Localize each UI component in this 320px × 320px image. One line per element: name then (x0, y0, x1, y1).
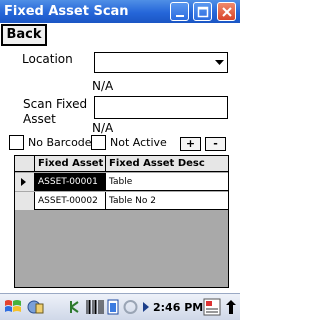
close-icon (222, 7, 232, 17)
no-barcode-checkbox-box[interactable] (9, 135, 24, 150)
close-button[interactable] (217, 2, 236, 21)
remove-button[interactable]: - (205, 137, 226, 151)
barcode-icon[interactable] (86, 299, 104, 315)
scan-asset-label-line1: Scan Fixed (23, 97, 88, 111)
column-header-fixed-asset-desc[interactable]: Fixed Asset Desc (106, 156, 228, 172)
current-row-arrow-icon (21, 178, 26, 186)
sync-icon[interactable] (123, 299, 138, 315)
scan-asset-status: N/A (92, 121, 114, 135)
location-dropdown[interactable] (94, 52, 228, 73)
taskbar: 2:46 PM (0, 293, 240, 320)
location-label: Location (22, 52, 73, 66)
cell-fixed-asset-desc[interactable]: Table (106, 173, 228, 191)
grid-header: Fixed Asset Fixed Asset Desc (15, 156, 228, 172)
minimize-button[interactable] (170, 2, 189, 21)
keyboard-sip-icon[interactable] (203, 298, 221, 316)
asset-grid[interactable]: Fixed Asset Fixed Asset Desc ASSET-00001… (14, 155, 229, 288)
connectivity-icon[interactable] (68, 299, 82, 315)
minimize-icon (176, 15, 184, 17)
chevron-down-icon[interactable] (215, 60, 224, 66)
not-active-checkbox[interactable]: Not Active (91, 135, 171, 151)
scan-asset-input[interactable] (94, 96, 228, 119)
maximize-button[interactable] (193, 2, 212, 21)
row-indicator (15, 173, 35, 191)
table-row[interactable]: ASSET-00002 Table No 2 (15, 192, 228, 210)
play-arrow-icon[interactable] (143, 302, 149, 312)
app-switcher-icon[interactable] (27, 298, 45, 316)
location-status: N/A (92, 79, 114, 93)
cell-fixed-asset[interactable]: ASSET-00001 (35, 173, 106, 191)
cell-fixed-asset-desc[interactable]: Table No 2 (106, 192, 228, 210)
cell-fixed-asset[interactable]: ASSET-00002 (35, 192, 106, 210)
maximize-icon (197, 6, 209, 18)
windows-start-icon[interactable] (3, 297, 23, 317)
add-button[interactable]: + (180, 137, 201, 151)
window-title: Fixed Asset Scan (4, 4, 129, 19)
no-barcode-label: No Barcode (28, 136, 92, 149)
sip-up-arrow-icon[interactable] (226, 300, 236, 314)
scan-asset-label-line2: Asset (23, 112, 56, 126)
battery-icon[interactable] (106, 299, 120, 315)
row-indicator-header (15, 156, 35, 172)
title-bar: Fixed Asset Scan (0, 0, 240, 23)
table-row[interactable]: ASSET-00001 Table (15, 173, 228, 191)
back-button[interactable]: Back (1, 24, 47, 46)
row-indicator (15, 192, 35, 210)
not-active-label: Not Active (110, 136, 167, 149)
no-barcode-checkbox[interactable]: No Barcode (9, 135, 92, 151)
column-header-fixed-asset[interactable]: Fixed Asset (35, 156, 106, 172)
clock[interactable]: 2:46 PM (153, 301, 203, 314)
not-active-checkbox-box[interactable] (91, 135, 106, 150)
